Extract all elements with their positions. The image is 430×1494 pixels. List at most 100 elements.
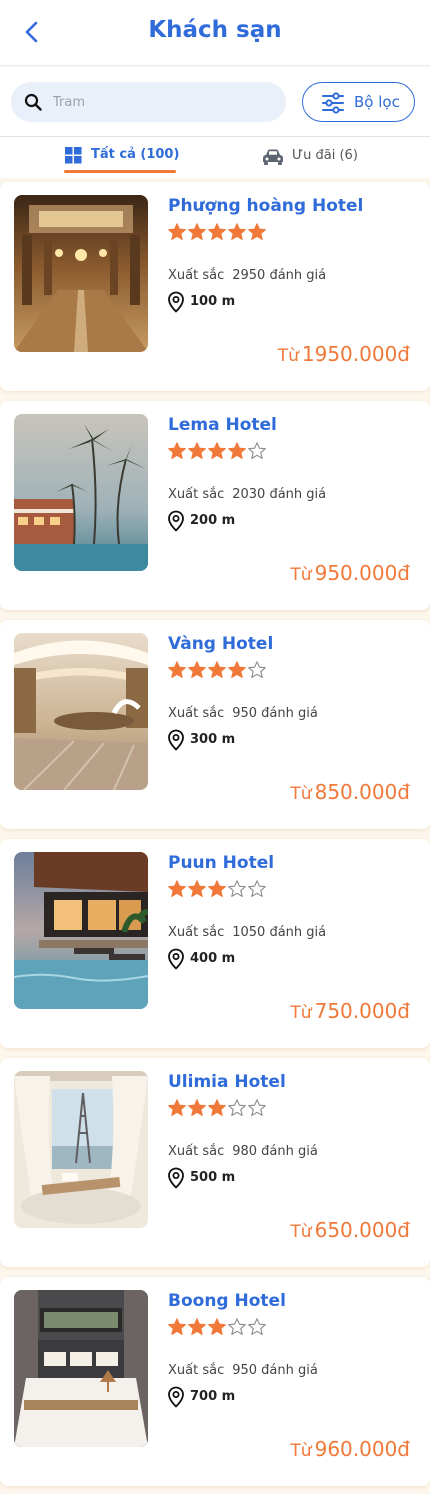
distance-value: 100 m [190,294,236,309]
grid-icon [65,147,82,164]
hotel-photo[interactable] [14,633,148,790]
location-pin-icon [168,1167,184,1189]
price-amount: 950.000đ [314,561,410,585]
star-filled-icon [168,880,186,897]
hotel-photo[interactable] [14,1290,148,1447]
tab-all[interactable]: Tất cả (100) [64,137,180,178]
star-rating [167,441,267,461]
star-rating [167,222,267,242]
hotel-name[interactable]: Vàng Hotel [168,634,273,654]
filter-button-label: Bộ lọc [354,93,400,111]
search-icon [24,93,42,111]
distance-value: 400 m [190,951,236,966]
hotel-name[interactable]: Lema Hotel [168,415,277,435]
search-input[interactable] [53,82,273,122]
price-prefix: Từ [290,1222,312,1242]
hotel-card[interactable]: Phượng hoàng Hotel Xuất sắc 2950 đánh giá… [0,182,430,391]
star-empty-icon [248,1318,266,1335]
star-empty-icon [248,880,266,897]
price: Từ 750.000đ [290,999,410,1023]
rating-label: Xuất sắc [168,1144,225,1159]
rating-summary: Xuất sắc 980 đánh giá [168,1144,318,1159]
price-amount: 1950.000đ [301,342,410,366]
star-filled-icon [168,442,186,459]
rating-label: Xuất sắc [168,925,225,940]
rating-label: Xuất sắc [168,268,225,283]
tab-deals[interactable]: Ưu đãi (6) [262,137,372,178]
price: Từ 950.000đ [290,561,410,585]
hotel-photo[interactable] [14,852,148,1009]
review-count: 2950 đánh giá [232,268,327,283]
review-count: 1050 đánh giá [232,925,327,940]
hotel-name[interactable]: Puun Hotel [168,853,274,873]
location-pin-icon [168,1386,184,1408]
star-rating [167,660,267,680]
star-filled-icon [168,1099,186,1116]
star-empty-icon [228,1099,246,1116]
review-count: 950 đánh giá [232,706,318,721]
star-filled-icon [248,223,266,240]
star-filled-icon [168,223,186,240]
price: Từ 960.000đ [290,1437,410,1461]
rating-summary: Xuất sắc 950 đánh giá [168,706,318,721]
distance-value: 200 m [190,513,236,528]
star-filled-icon [188,1099,206,1116]
rating-summary: Xuất sắc 2030 đánh giá [168,487,326,502]
review-count: 980 đánh giá [232,1144,318,1159]
app-header: Khách sạn [0,0,430,66]
star-filled-icon [168,1318,186,1335]
price-amount: 750.000đ [314,999,410,1023]
tab-deals-label: Ưu đãi (6) [292,148,358,163]
hotel-card[interactable]: Vàng Hotel Xuất sắc 950 đánh giá 300 m Từ… [0,620,430,829]
star-filled-icon [208,223,226,240]
tab-all-label: Tất cả (100) [91,147,180,162]
price: Từ 650.000đ [290,1218,410,1242]
price: Từ 850.000đ [290,780,410,804]
page-title: Khách sạn [148,17,282,43]
star-filled-icon [208,442,226,459]
location-pin-icon [168,948,184,970]
search-box[interactable] [11,82,286,122]
star-filled-icon [188,1318,206,1335]
price: Từ 1950.000đ [278,342,410,366]
hotel-card[interactable]: Lema Hotel Xuất sắc 2030 đánh giá 200 m T… [0,401,430,610]
tab-bar: Tất cả (100) Ưu đãi (6) [0,137,430,178]
rating-summary: Xuất sắc 1050 đánh giá [168,925,326,940]
star-filled-icon [228,223,246,240]
hotel-photo[interactable] [14,414,148,571]
hotel-photo[interactable] [14,195,148,352]
hotel-name[interactable]: Boong Hotel [168,1291,286,1311]
star-rating [167,879,267,899]
review-count: 950 đánh giá [232,1363,318,1378]
location-pin-icon [168,729,184,751]
car-icon [263,149,283,165]
hotel-card[interactable]: Boong Hotel Xuất sắc 950 đánh giá 700 m T… [0,1277,430,1486]
star-rating [167,1317,267,1337]
star-empty-icon [228,880,246,897]
price-prefix: Từ [290,1003,312,1023]
location-pin-icon [168,291,184,313]
distance-value: 700 m [190,1389,236,1404]
star-filled-icon [188,223,206,240]
hotel-card[interactable]: Puun Hotel Xuất sắc 1050 đánh giá 400 m T… [0,839,430,1048]
hotel-photo[interactable] [14,1071,148,1228]
price-amount: 850.000đ [314,780,410,804]
hotel-name[interactable]: Phượng hoàng Hotel [168,196,363,216]
price-amount: 960.000đ [314,1437,410,1461]
hotel-card[interactable]: Ulimia Hotel Xuất sắc 980 đánh giá 500 m … [0,1058,430,1267]
filter-button[interactable]: Bộ lọc [302,82,415,122]
rating-label: Xuất sắc [168,1363,225,1378]
search-toolbar: Bộ lọc [0,67,430,137]
hotel-name[interactable]: Ulimia Hotel [168,1072,286,1092]
star-empty-icon [228,1318,246,1335]
star-filled-icon [208,661,226,678]
star-filled-icon [208,1099,226,1116]
price-amount: 650.000đ [314,1218,410,1242]
star-empty-icon [248,1099,266,1116]
rating-label: Xuất sắc [168,487,225,502]
star-rating [167,1098,267,1118]
star-filled-icon [208,880,226,897]
star-filled-icon [228,442,246,459]
rating-label: Xuất sắc [168,706,225,721]
star-empty-icon [248,661,266,678]
